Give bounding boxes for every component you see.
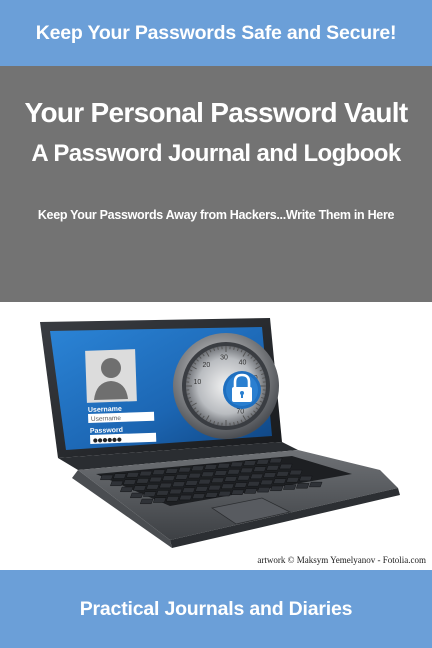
bottom-banner: Practical Journals and Diaries bbox=[0, 570, 432, 648]
keyboard-key bbox=[192, 493, 206, 499]
keyboard-key bbox=[227, 469, 241, 475]
keyboard-key bbox=[218, 491, 232, 497]
keyboard-key bbox=[198, 479, 212, 485]
dial-number: 70 bbox=[236, 409, 244, 416]
keyboard-key bbox=[143, 491, 157, 497]
keyboard-key bbox=[162, 475, 176, 481]
keyboard-key bbox=[289, 469, 303, 476]
dial-tick bbox=[233, 346, 235, 350]
keyboard-key bbox=[172, 481, 186, 487]
keyboard-key bbox=[204, 464, 218, 470]
keyboard-key bbox=[270, 485, 284, 492]
keyboard-key bbox=[191, 465, 205, 471]
top-banner: Keep Your Passwords Safe and Secure! bbox=[0, 0, 432, 66]
keyboard-key bbox=[178, 467, 192, 473]
keyboard-key bbox=[283, 484, 297, 490]
keyboard-key bbox=[188, 473, 202, 479]
keyboard-key bbox=[234, 482, 248, 488]
keyboard-key bbox=[253, 466, 267, 472]
keyboard-key bbox=[256, 459, 270, 465]
keyboard-key bbox=[231, 489, 245, 495]
keyboard-key bbox=[309, 481, 323, 488]
login-password-mask: ●●●●●● bbox=[93, 437, 122, 444]
keyboard-key bbox=[139, 498, 154, 505]
dial-tick bbox=[217, 422, 219, 426]
dial-number: 30 bbox=[220, 355, 228, 362]
keyboard-key bbox=[273, 478, 287, 484]
dial-tick bbox=[262, 393, 266, 395]
keyboard-key bbox=[120, 486, 134, 493]
keyboard-key bbox=[299, 475, 313, 482]
combination-dial-icon: 10203040506070 bbox=[173, 333, 279, 439]
dial-tick bbox=[186, 377, 190, 379]
title-line-1: Your Personal Password Vault bbox=[24, 97, 409, 128]
keyboard-key bbox=[286, 477, 300, 483]
keyboard-key bbox=[260, 479, 274, 486]
top-banner-text: Keep Your Passwords Safe and Secure! bbox=[35, 21, 397, 44]
keyboard-key bbox=[139, 470, 153, 477]
keyboard-key bbox=[221, 483, 235, 489]
keyboard-key bbox=[179, 494, 193, 501]
login-password-label: Password bbox=[90, 427, 123, 435]
keyboard-key bbox=[156, 490, 170, 496]
keyboard-key bbox=[250, 473, 264, 480]
dial-number: 10 bbox=[193, 379, 201, 386]
keyboard-key bbox=[230, 461, 244, 468]
keyboard-key bbox=[201, 471, 215, 477]
keyboard-key bbox=[152, 469, 166, 475]
keyboard-key bbox=[266, 465, 280, 471]
keyboard-key bbox=[276, 471, 290, 477]
keyboard-key bbox=[126, 472, 140, 478]
keyboard-key bbox=[146, 484, 160, 490]
keyboard-key bbox=[243, 460, 257, 466]
keyboard-key bbox=[185, 480, 199, 486]
artwork-credit: artwork © Maksym Yemelyanov - Fotolia.co… bbox=[257, 555, 426, 565]
book-cover: Keep Your Passwords Safe and Secure! You… bbox=[0, 0, 432, 648]
keyboard-key bbox=[195, 486, 209, 492]
keyboard-key bbox=[165, 468, 179, 474]
keyboard-key bbox=[269, 457, 283, 464]
keyboard-key bbox=[263, 472, 277, 478]
keyboard-key bbox=[133, 485, 147, 491]
keyboard-key bbox=[217, 463, 231, 469]
keyboard-key bbox=[123, 479, 137, 485]
dial-tick bbox=[262, 377, 266, 379]
keyboard-key bbox=[110, 480, 124, 487]
keyboard-key bbox=[182, 487, 196, 493]
user-silhouette-icon bbox=[85, 349, 137, 403]
bottom-banner-text: Practical Journals and Diaries bbox=[79, 597, 353, 620]
keyboard-key bbox=[169, 488, 183, 495]
keyboard-key bbox=[159, 482, 173, 489]
dial-number: 20 bbox=[203, 362, 211, 369]
keyboard-key bbox=[237, 475, 251, 481]
keyboard-key bbox=[100, 474, 114, 481]
keyboard-key bbox=[257, 487, 271, 493]
login-username-placeholder: Username bbox=[91, 415, 122, 423]
keyboard-key bbox=[136, 478, 150, 484]
keyboard-key bbox=[211, 477, 225, 483]
tagline: Keep Your Passwords Away from Hackers...… bbox=[37, 208, 395, 222]
keyboard-key bbox=[175, 474, 189, 480]
keyboard-key bbox=[153, 497, 167, 503]
keyboard-key bbox=[214, 470, 228, 476]
keyboard-key bbox=[224, 476, 238, 482]
keyboard-key bbox=[208, 485, 222, 491]
keyboard-key bbox=[247, 481, 261, 487]
dial-tick bbox=[186, 393, 190, 395]
keyboard-key bbox=[166, 496, 180, 502]
title-line-2: A Password Journal and Logbook bbox=[31, 140, 401, 167]
login-username-heading: Username bbox=[88, 406, 122, 414]
dial-number: 40 bbox=[239, 360, 247, 367]
keyboard-key bbox=[149, 476, 163, 483]
keyboard-key bbox=[130, 492, 144, 499]
dial-tick bbox=[233, 422, 235, 426]
keyboard-key bbox=[205, 492, 219, 498]
keyboard-key bbox=[113, 473, 127, 479]
keyboard-key bbox=[240, 467, 254, 474]
keyboard-key bbox=[296, 483, 310, 489]
keyboard-key bbox=[279, 463, 293, 470]
laptop-illustration: Username Username Password ●●●●●● 10 20 30… bbox=[40, 318, 400, 548]
dial-tick bbox=[217, 346, 219, 350]
keyboard-key bbox=[244, 488, 258, 494]
